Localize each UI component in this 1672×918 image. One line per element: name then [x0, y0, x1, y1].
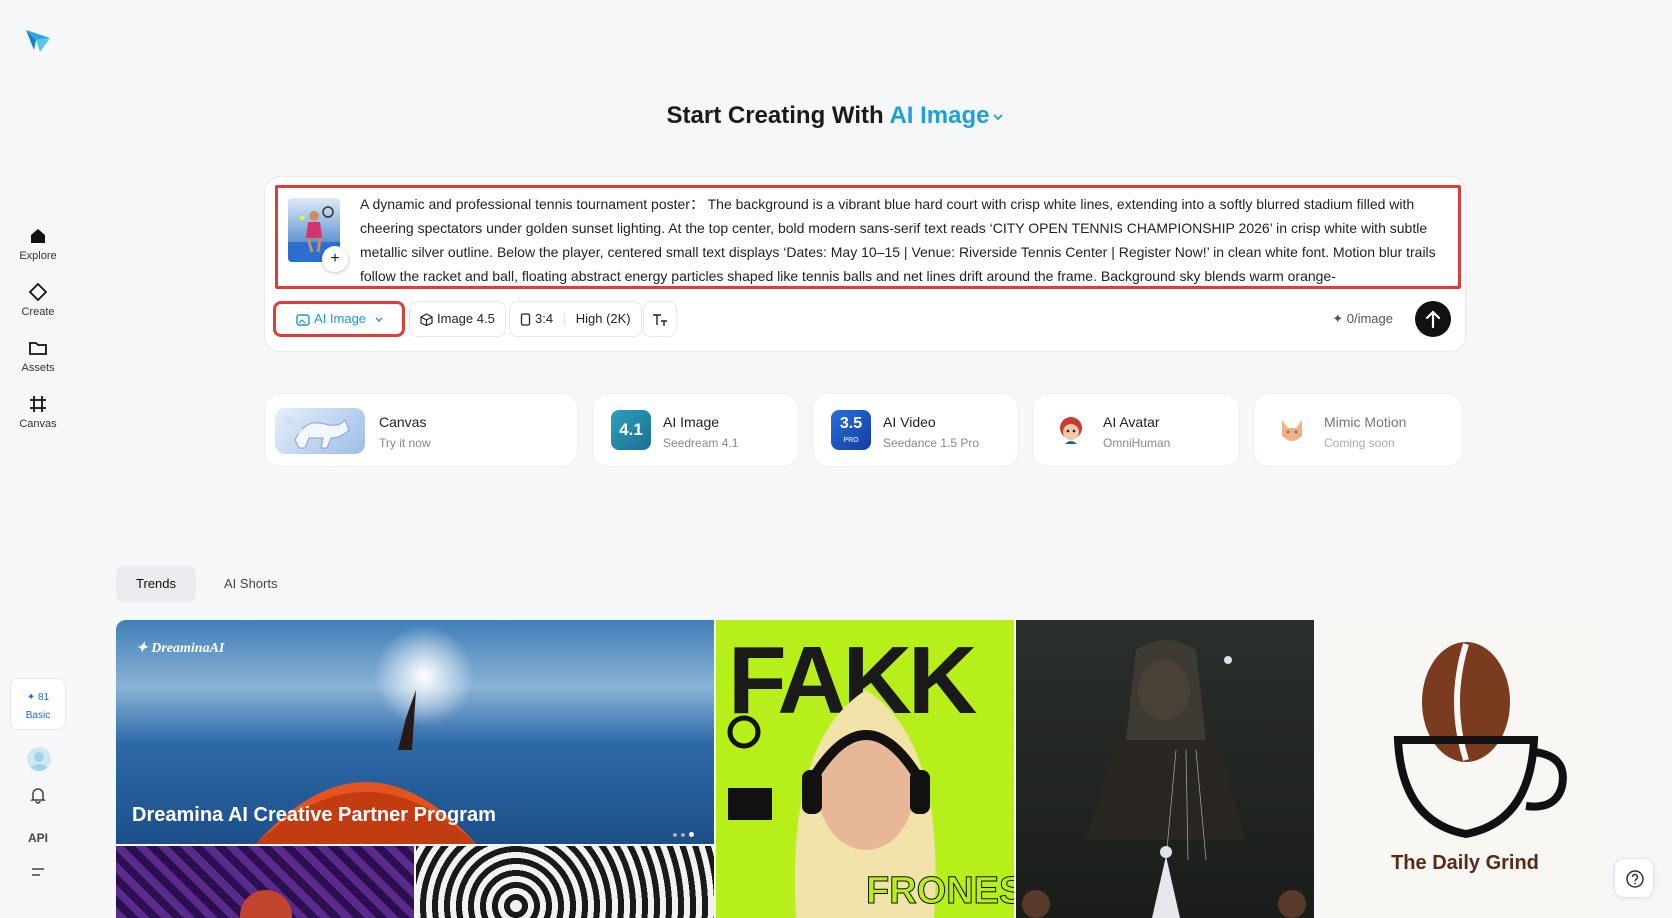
feature-card-canvas[interactable]: Canvas Try it now — [264, 393, 578, 467]
prompt-card: + A dynamic and professional tennis tour… — [264, 176, 1466, 352]
grid-icon — [30, 396, 46, 412]
cost-label: ✦ 0/image — [1332, 311, 1393, 326]
brand-star-icon: ✦ — [136, 641, 148, 656]
add-image-button[interactable]: + — [322, 246, 348, 272]
gallery-item-poster[interactable]: FAKK FRONES — [716, 620, 1014, 918]
sidebar-item-assets[interactable]: Assets — [0, 338, 76, 374]
gallery-artwork — [1022, 640, 1306, 918]
tab-trends[interactable]: Trends — [116, 566, 196, 602]
feature-subtitle: Try it now — [379, 436, 431, 450]
banner-title: Dreamina AI Creative Partner Program — [132, 804, 496, 826]
chevron-down-icon — [993, 114, 1004, 120]
sidebar-item-label: Create — [21, 306, 55, 318]
poster-bottom-text: FRONES — [865, 870, 1014, 913]
title-prefix: Start Creating With — [666, 102, 884, 129]
seedance-badge: 3.5 PRO — [831, 410, 871, 450]
sidebar-item-explore[interactable]: Explore — [0, 226, 76, 262]
feature-subtitle: Seedance 1.5 Pro — [883, 436, 980, 450]
prompt-toolbar: AI Image Image 4.5 3:4 | High (2K) ✦ 0/i… — [273, 299, 1455, 339]
credits-amount: ✦ 81 — [26, 692, 50, 703]
arrow-up-icon — [1425, 310, 1441, 329]
coffee-logo-text: The Daily Grind — [1391, 852, 1539, 874]
gallery-item-bw[interactable] — [416, 846, 714, 918]
question-icon — [1626, 870, 1644, 888]
model-label: Image 4.5 — [437, 311, 495, 326]
ratio-label: 3:4 — [535, 311, 554, 326]
bell-icon[interactable] — [26, 786, 50, 810]
gallery-artwork — [240, 890, 292, 918]
sidebar-item-canvas[interactable]: Canvas — [0, 394, 76, 430]
feature-subtitle: OmniHuman — [1103, 436, 1171, 450]
user-avatar-icon — [30, 752, 48, 771]
banner-partner-program[interactable]: ✦ DreaminaAI Dreamina AI Creative Partne… — [116, 620, 714, 844]
text-format-icon — [653, 313, 667, 326]
menu-icon[interactable] — [26, 864, 50, 888]
banner-brand-text: DreaminaAI — [151, 641, 225, 656]
ratio-icon — [520, 313, 531, 326]
feature-title: AI Avatar — [1103, 414, 1160, 430]
feature-subtitle: Seedream 4.1 — [663, 436, 739, 450]
gallery-item-dark-fantasy[interactable] — [1016, 620, 1314, 918]
gallery-item-purple[interactable] — [116, 846, 414, 918]
carousel-dots[interactable] — [671, 824, 696, 842]
image-icon — [296, 313, 310, 326]
seedance-pro-label: PRO — [843, 437, 859, 444]
prompt-area[interactable]: + A dynamic and professional tennis tour… — [275, 185, 1461, 289]
feature-card-ai-video[interactable]: 3.5 PRO AI Video Seedance 1.5 Pro — [812, 393, 1019, 467]
mode-dropdown[interactable]: AI Image — [273, 301, 405, 337]
text-style-button[interactable] — [643, 301, 677, 337]
home-icon — [31, 229, 45, 243]
help-button[interactable] — [1614, 858, 1654, 898]
feature-subtitle: Coming soon — [1324, 436, 1395, 450]
model-selector[interactable]: Image 4.5 — [409, 301, 506, 337]
avatar-thumbnail — [1051, 410, 1091, 450]
sidebar-item-create[interactable]: Create — [0, 282, 76, 318]
generate-button[interactable] — [1415, 301, 1451, 337]
mode-label: AI Image — [889, 102, 990, 129]
quality-label: High (2K) — [575, 311, 631, 326]
plan-label: Basic — [25, 710, 51, 721]
dreamina-logo[interactable] — [24, 26, 52, 54]
feature-title: AI Video — [883, 414, 936, 430]
sidebar-item-label: Canvas — [19, 418, 57, 430]
chevron-down-icon — [375, 317, 383, 322]
feature-card-ai-image[interactable]: 4.1 AI Image Seedream 4.1 — [592, 393, 799, 467]
sidebar-item-label: Assets — [21, 362, 55, 374]
seedream-badge: 4.1 — [611, 410, 651, 450]
fox-thumbnail — [1272, 410, 1312, 450]
prompt-input[interactable]: A dynamic and professional tennis tourna… — [360, 192, 1448, 286]
feature-card-ai-avatar[interactable]: AI Avatar OmniHuman — [1032, 393, 1240, 467]
api-link[interactable]: API — [26, 826, 50, 850]
banner-brand: ✦ DreaminaAI — [136, 640, 224, 657]
page-title: Start Creating With AI Image — [0, 102, 1672, 130]
aspect-quality-selector[interactable]: 3:4 | High (2K) — [509, 301, 642, 337]
pegasus-thumbnail — [275, 408, 365, 454]
avatar[interactable] — [27, 747, 51, 771]
feature-title: Mimic Motion — [1324, 414, 1407, 430]
feature-title: AI Image — [663, 414, 720, 430]
feature-title: Canvas — [379, 414, 427, 430]
diamond-icon — [28, 282, 48, 302]
feature-card-mimic-motion[interactable]: Mimic Motion Coming soon — [1253, 393, 1463, 467]
gallery-item-coffee-logo[interactable]: The Daily Grind — [1316, 620, 1614, 918]
sidebar: Explore Create Assets Canvas ✦ 81 Basic … — [0, 0, 76, 918]
cube-icon — [420, 313, 433, 327]
credits-badge[interactable]: ✦ 81 Basic — [10, 678, 66, 730]
tab-ai-shorts[interactable]: AI Shorts — [204, 566, 297, 602]
feature-cards: Canvas Try it now 4.1 AI Image Seedream … — [264, 393, 1466, 467]
mode-dropdown-label: AI Image — [314, 311, 367, 326]
seedance-version: 3.5 — [839, 415, 863, 432]
sidebar-item-label: Explore — [19, 250, 57, 262]
mode-selector[interactable]: AI Image — [889, 102, 1005, 129]
folder-icon — [29, 342, 47, 355]
